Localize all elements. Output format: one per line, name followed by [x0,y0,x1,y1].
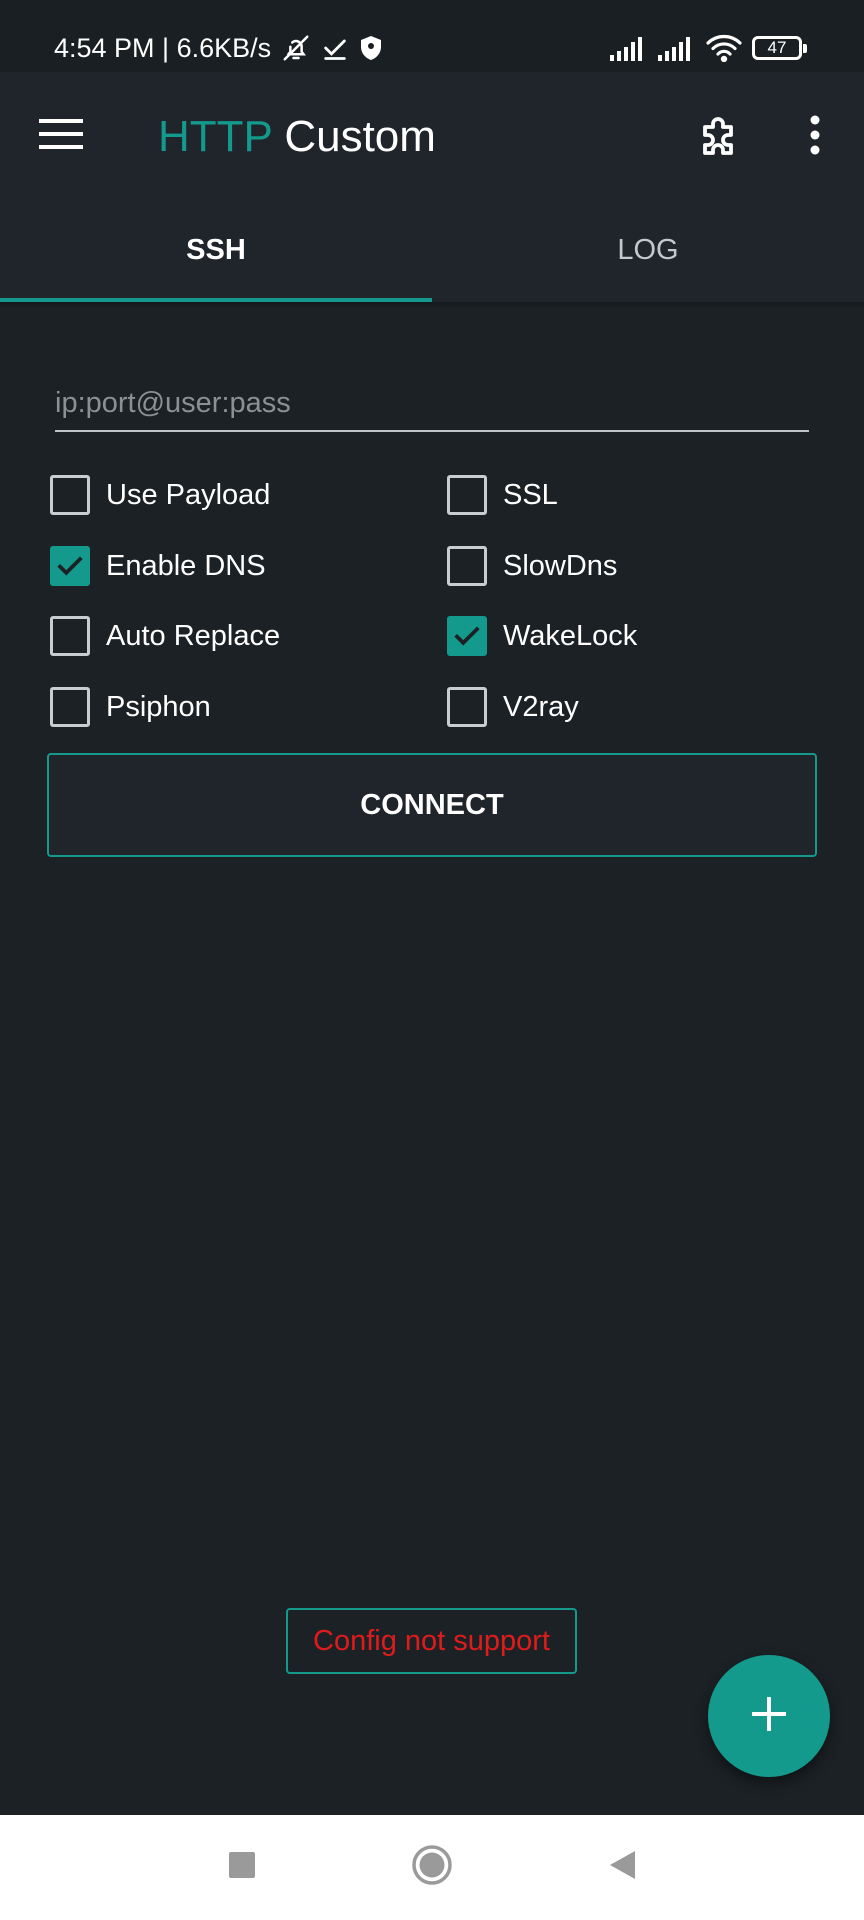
more-options-button[interactable] [790,106,840,168]
status-time-speed: 4:54 PM | 6.6KB/s [54,32,272,63]
checkbox-box [447,546,487,586]
app-title-accent: HTTP [158,112,273,161]
checkbox-label: WakeLock [503,619,638,652]
checkbox-box [447,475,487,515]
checkbox-v2ray[interactable]: V2ray [447,682,579,732]
host-input[interactable] [55,376,809,432]
checkbox-box [50,475,90,515]
checkbox-use-payload[interactable]: Use Payload [50,470,270,520]
checkbox-box-checked [447,616,487,656]
menu-button[interactable] [30,108,92,164]
hamburger-menu-icon [39,117,83,156]
checkbox-label: V2ray [503,690,579,723]
home-circle-icon [411,1844,453,1891]
checkbox-box [447,687,487,727]
back-triangle-icon [607,1849,637,1886]
tab-bar: SSH LOG [0,198,864,302]
check-icon [57,556,83,576]
screen: 4:54 PM | 6.6KB/s 47 HTTP Custom SSH LOG… [0,0,864,1920]
tab-bar-shadow [0,302,864,308]
app-title: HTTP Custom [158,112,436,162]
app-title-rest: Custom [284,112,436,161]
checkbox-psiphon[interactable]: Psiphon [50,682,211,732]
connect-button[interactable]: CONNECT [47,753,817,857]
tab-ssh-label: SSH [186,233,246,266]
checkbox-label: Enable DNS [106,549,266,582]
tab-ssh[interactable]: SSH [0,198,432,302]
home-button[interactable] [400,1835,464,1899]
checkbox-label: Use Payload [106,478,271,511]
checkbox-box [50,687,90,727]
recents-button[interactable] [210,1835,274,1899]
config-toast-message: Config not support [313,1624,550,1657]
shield-icon [359,35,383,61]
checkbox-label: Auto Replace [106,619,281,652]
puzzle-piece-icon [697,111,745,164]
status-right: 47 [610,30,807,66]
app-bar: HTTP Custom [0,72,864,198]
download-done-icon [321,34,349,62]
navigation-bar [0,1815,864,1920]
checkbox-enable-dns[interactable]: Enable DNS [50,541,266,591]
plugin-button[interactable] [690,106,752,168]
battery-level: 47 [767,38,787,57]
battery-icon: 47 [752,36,807,60]
checkbox-box-checked [50,546,90,586]
checkbox-slowdns[interactable]: SlowDns [447,541,617,591]
square-icon [228,1851,256,1884]
wifi-icon [706,34,742,62]
add-fab-button[interactable] [708,1655,830,1777]
back-button[interactable] [590,1835,654,1899]
checkbox-label: Psiphon [106,690,211,723]
checkbox-ssl[interactable]: SSL [447,470,558,520]
status-left: 4:54 PM | 6.6KB/s [54,30,383,66]
connect-button-label: CONNECT [360,788,504,821]
tab-log-label: LOG [617,233,679,266]
bell-off-icon [281,33,311,63]
checkbox-label: SSL [503,478,558,511]
config-toast: Config not support [286,1608,577,1674]
signal-icon [658,35,696,61]
more-vertical-icon [809,115,821,160]
plus-icon [752,1696,786,1736]
checkbox-wakelock[interactable]: WakeLock [447,611,637,661]
check-icon [454,626,480,646]
checkbox-auto-replace[interactable]: Auto Replace [50,611,280,661]
status-bar: 4:54 PM | 6.6KB/s 47 [0,0,864,72]
checkbox-box [50,616,90,656]
checkbox-label: SlowDns [503,549,618,582]
signal-icon [610,35,648,61]
tab-log[interactable]: LOG [432,198,864,302]
